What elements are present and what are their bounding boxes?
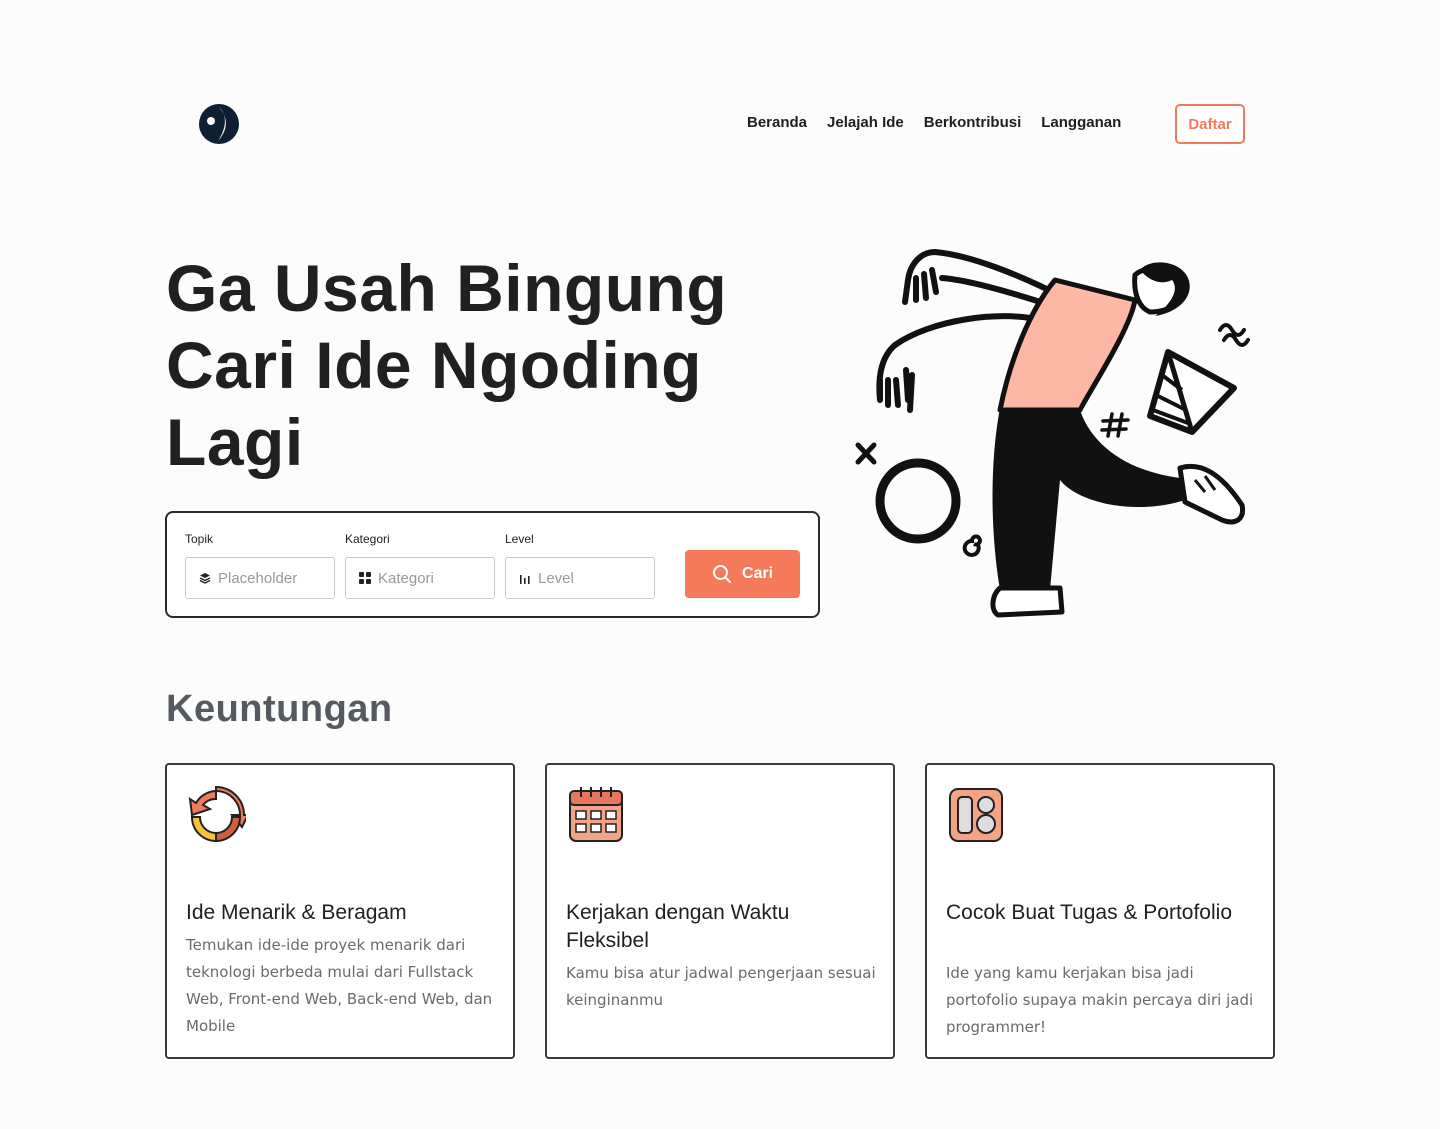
topik-placeholder: Placeholder — [218, 569, 298, 587]
bar-chart-icon — [518, 571, 532, 585]
benefit-card-2: Kerjakan dengan Waktu Fleksibel Kamu bis… — [545, 763, 895, 1059]
level-label: Level — [505, 532, 534, 546]
hash-doodle — [1100, 412, 1130, 438]
layers-icon — [198, 571, 212, 585]
level-field: Level Level — [505, 531, 655, 599]
spiral-doodle — [962, 534, 982, 557]
refresh-cycle-icon — [188, 785, 246, 843]
kategori-input[interactable]: Kategori — [345, 557, 495, 599]
hero-title: Ga Usah Bingung Cari Ide Ngoding Lagi — [166, 251, 728, 479]
search-button[interactable]: Cari — [685, 550, 800, 598]
benefit-card-3-desc: Ide yang kamu kerjakan bisa jadi portofo… — [946, 964, 1254, 1036]
register-button[interactable]: Daftar — [1175, 104, 1245, 144]
topik-label: Topik — [185, 532, 214, 546]
main-nav: Beranda Jelajah Ide Berkontribusi Langga… — [747, 113, 1121, 133]
grid-icon — [358, 571, 372, 585]
search-icon — [712, 565, 731, 583]
kategori-field: Kategori Kategori — [345, 531, 495, 599]
benefit-card-1-title: Ide Menarik & Beragam — [186, 901, 407, 924]
nav-jelajah-ide[interactable]: Jelajah Ide — [827, 113, 904, 133]
hero-illustration — [855, 248, 1250, 618]
benefit-card-1: Ide Menarik & Beragam Temukan ide-ide pr… — [165, 763, 515, 1059]
benefit-card-2-desc: Kamu bisa atur jadwal pengerjaan sesuai … — [566, 964, 876, 1009]
brand-logo-icon[interactable] — [198, 103, 240, 145]
level-placeholder: Level — [538, 569, 574, 587]
squiggle-doodle — [1218, 323, 1250, 347]
benefits-title: Keuntungan — [166, 688, 393, 730]
kategori-placeholder: Kategori — [378, 569, 434, 587]
benefit-card-3: Cocok Buat Tugas & Portofolio Ide yang k… — [925, 763, 1275, 1059]
topik-input[interactable]: Placeholder — [185, 557, 335, 599]
cross-doodle — [855, 442, 877, 465]
benefit-card-3-title: Cocok Buat Tugas & Portofolio — [946, 901, 1232, 924]
nav-langganan[interactable]: Langganan — [1041, 113, 1121, 133]
pyramid-doodle — [1147, 349, 1237, 435]
ring-doodle — [875, 458, 961, 544]
topik-field: Topik Placeholder — [185, 531, 335, 599]
nav-beranda[interactable]: Beranda — [747, 113, 807, 133]
search-button-label: Cari — [741, 565, 774, 582]
kategori-label: Kategori — [345, 532, 390, 546]
level-input[interactable]: Level — [505, 557, 655, 599]
benefit-card-2-title: Kerjakan dengan Waktu Fleksibel — [566, 901, 790, 952]
calendar-icon — [569, 787, 623, 842]
benefit-card-1-desc: Temukan ide-ide proyek menarik dari tekn… — [186, 936, 493, 1035]
search-panel: Topik Placeholder Kategori Kategori Leve… — [165, 511, 820, 618]
portfolio-layout-icon — [949, 788, 1003, 842]
nav-berkontribusi[interactable]: Berkontribusi — [924, 113, 1022, 133]
